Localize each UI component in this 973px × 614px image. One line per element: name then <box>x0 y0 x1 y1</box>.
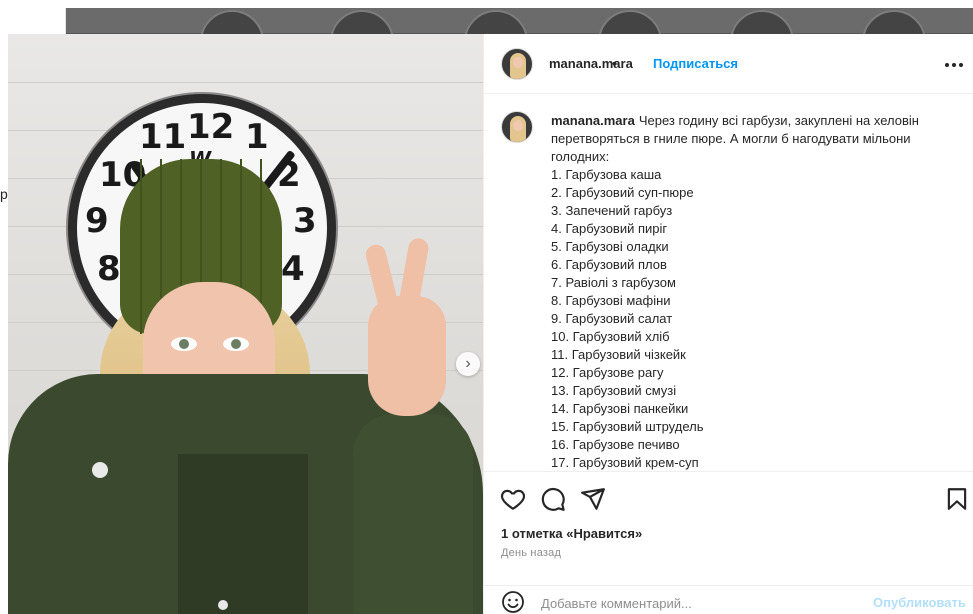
list-item: 2. Гарбузовий суп-пюре <box>551 185 694 200</box>
list-item: 1. Гарбузова каша <box>551 167 662 182</box>
comment-bar: Опубликовать <box>484 585 973 614</box>
list-item: 12. Гарбузове рагу <box>551 365 664 380</box>
comment-icon[interactable] <box>540 486 566 512</box>
post-side-panel: manana.mara • Подписаться manana.mara Чер… <box>483 34 973 614</box>
chevron-right-icon[interactable]: › <box>456 352 480 376</box>
heart-icon[interactable] <box>500 486 526 512</box>
list-item: 8. Гарбузові мафіни <box>551 293 671 308</box>
caption-area[interactable]: manana.mara Через годину всі гарбузи, зак… <box>484 95 973 471</box>
jacket-sleeve <box>353 414 473 614</box>
action-bar <box>484 471 973 521</box>
post-image[interactable]: 12 11 10 9 8 1 2 3 4 W › <box>8 34 483 614</box>
list-item: 4. Гарбузовий пиріг <box>551 221 668 236</box>
list-item: 9. Гарбузовий салат <box>551 311 673 326</box>
list-item: 7. Равіолі з гарбузом <box>551 275 676 290</box>
separator-dot: • <box>612 55 617 71</box>
post-time[interactable]: День назад <box>501 547 561 559</box>
list-item: 3. Запечений гарбуз <box>551 203 673 218</box>
post-header: manana.mara • Подписаться <box>484 34 973 94</box>
publish-button[interactable]: Опубликовать <box>873 595 966 610</box>
comment-input[interactable] <box>541 593 841 613</box>
list-item: 6. Гарбузовий плов <box>551 257 667 272</box>
more-icon[interactable] <box>944 52 964 73</box>
emoji-icon[interactable] <box>501 590 525 614</box>
caption-username[interactable]: manana.mara <box>551 113 635 128</box>
left-page-edge <box>0 34 8 614</box>
list-item: 14. Гарбузові панкейки <box>551 401 689 416</box>
backdrop-edge-text: р <box>0 186 8 202</box>
list-item: 17. Гарбузовий крем-суп <box>551 455 699 470</box>
avatar[interactable] <box>501 48 533 80</box>
list-item: 15. Гарбузовий штрудель <box>551 419 704 434</box>
list-item: 16. Гарбузове печиво <box>551 437 680 452</box>
top-strip <box>0 0 973 8</box>
left-panel-edge <box>0 8 66 34</box>
likes-count[interactable]: 1 отметка «Нравится» <box>501 526 642 541</box>
list-item: 5. Гарбузові оладки <box>551 239 669 254</box>
follow-button[interactable]: Подписаться <box>653 56 738 71</box>
peace-sign-hand <box>363 236 446 416</box>
header-username[interactable]: manana.mara <box>549 56 633 71</box>
bookmark-icon[interactable] <box>944 486 970 512</box>
jacket-button <box>92 462 108 478</box>
caption-text: manana.mara Через годину всі гарбузи, зак… <box>551 112 951 471</box>
list-item: 10. Гарбузовий хліб <box>551 329 670 344</box>
list-item: 11. Гарбузовий чізкейк <box>551 347 686 362</box>
list-item: 13. Гарбузовий смузі <box>551 383 677 398</box>
share-icon[interactable] <box>580 486 606 512</box>
caption-avatar[interactable] <box>501 111 533 143</box>
caption-list: 1. Гарбузова каша 2. Гарбузовий суп-пюре… <box>551 166 951 471</box>
